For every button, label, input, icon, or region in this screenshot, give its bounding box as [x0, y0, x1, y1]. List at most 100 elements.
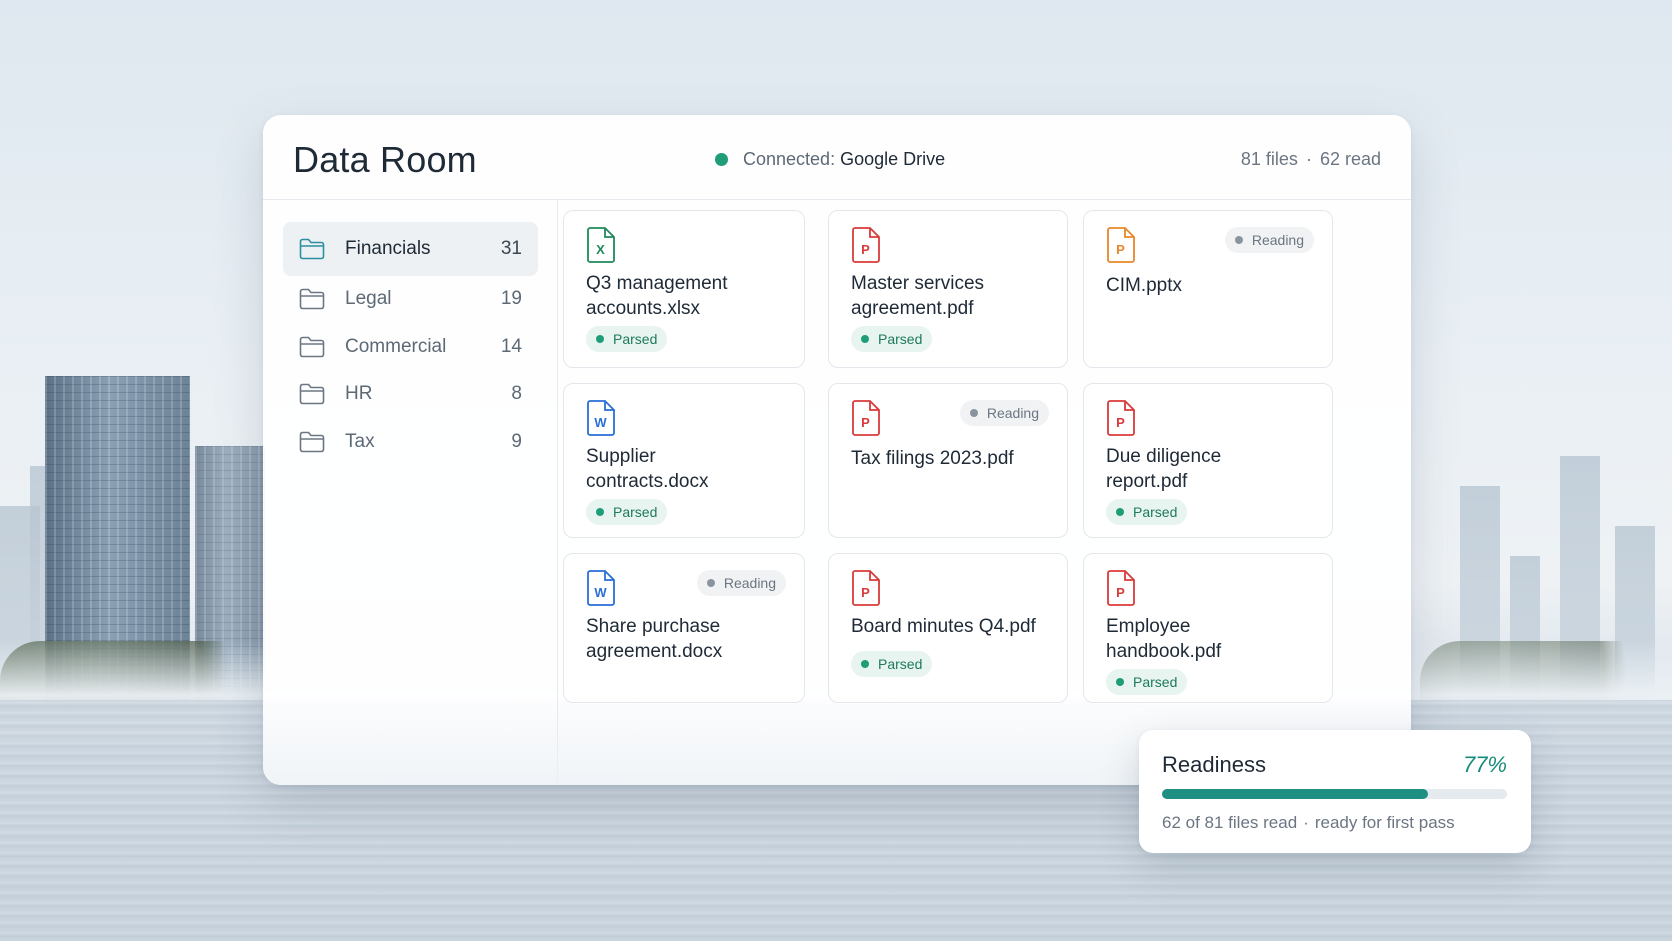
status-dot-icon	[861, 335, 869, 343]
status-dot-icon	[1116, 508, 1124, 516]
pdf-icon: P	[852, 400, 880, 436]
folder-label: Tax	[345, 431, 375, 452]
file-name: Share purchase agreement.docx	[586, 616, 723, 662]
file-card[interactable]: W Supplier contracts.docx Parsed	[563, 383, 805, 538]
file-name: Supplier contracts.docx	[586, 446, 709, 492]
pdf-icon: P	[1107, 570, 1135, 606]
status-dot-icon	[1234, 236, 1243, 244]
file-card[interactable]: X Q3 management accounts.xlsx Parsed	[563, 210, 805, 368]
svg-text:W: W	[594, 415, 607, 430]
status-label: Parsed	[1133, 504, 1178, 520]
page-title: Data Room	[293, 139, 477, 180]
spreadsheet-icon: X	[587, 227, 615, 263]
status-label: Parsed	[613, 504, 658, 520]
sidebar-folder-legal[interactable]: Legal 19	[283, 272, 538, 326]
file-card[interactable]: P Tax filings 2023.pdf Reading	[828, 383, 1068, 538]
svg-text:P: P	[1116, 415, 1125, 430]
file-name: Master services agreement.pdf	[851, 273, 985, 319]
status-badge: Parsed	[586, 499, 668, 525]
folder-icon	[299, 288, 325, 310]
connection-label: Connected:	[743, 149, 836, 169]
folder-sidebar: Financials 31 Legal 19 Commercial 14 HR 8 Tax 9	[263, 200, 558, 785]
status-badge: Parsed	[1106, 499, 1188, 525]
status-dot-icon	[1116, 678, 1124, 686]
readiness-card: Readiness 77% 62 of 81 files read · ready …	[1139, 730, 1531, 853]
sidebar-folder-commercial[interactable]: Commercial 14	[283, 320, 538, 374]
status-badge: Parsed	[851, 326, 933, 352]
svg-text:P: P	[861, 585, 870, 600]
readiness-title: Readiness	[1162, 752, 1266, 777]
status-label: Reading	[723, 575, 776, 591]
folder-label: Commercial	[345, 336, 447, 357]
folder-label: HR	[345, 383, 373, 404]
status-dot-icon	[706, 579, 715, 587]
status-badge: Reading	[1224, 227, 1314, 253]
readiness-percent: 77%	[1462, 752, 1507, 777]
folder-icon	[299, 238, 325, 260]
folder-count: 19	[500, 288, 522, 309]
status-badge: Reading	[959, 400, 1049, 426]
pdf-icon: P	[1107, 400, 1135, 436]
readiness-subtitle: 62 of 81 files read · ready for first pass	[1162, 813, 1455, 833]
file-card[interactable]: P Master services agreement.pdf Parsed	[828, 210, 1068, 368]
status-dot-icon	[969, 409, 978, 417]
status-label: Parsed	[878, 331, 923, 347]
document-icon: W	[587, 400, 615, 436]
status-label: Reading	[986, 405, 1039, 421]
file-card[interactable]: P Due diligence report.pdf Parsed	[1083, 383, 1333, 538]
folder-count: 8	[511, 383, 522, 404]
file-name: Board minutes Q4.pdf	[851, 616, 1036, 637]
file-name: CIM.pptx	[1106, 275, 1183, 296]
folder-count: 14	[500, 336, 522, 357]
status-badge: Reading	[696, 570, 786, 596]
status-dot-icon	[715, 153, 728, 166]
status-label: Parsed	[1133, 674, 1178, 690]
svg-text:P: P	[1116, 242, 1125, 257]
file-card[interactable]: P Board minutes Q4.pdf Parsed	[828, 553, 1068, 703]
readiness-files-read: 62 of 81 files read	[1162, 813, 1298, 832]
file-name: Employee handbook.pdf	[1106, 616, 1222, 662]
status-dot-icon	[861, 660, 869, 668]
status-dot-icon	[596, 508, 604, 516]
status-badge: Parsed	[586, 326, 668, 352]
folder-icon	[299, 383, 325, 405]
file-card[interactable]: P CIM.pptx Reading	[1083, 210, 1333, 368]
folder-icon	[299, 431, 325, 453]
readiness-note: ready for first pass	[1314, 813, 1455, 832]
svg-text:W: W	[594, 585, 607, 600]
status-label: Parsed	[878, 656, 923, 672]
sidebar-folder-tax[interactable]: Tax 9	[283, 415, 538, 469]
status-label: Reading	[1251, 232, 1304, 248]
folder-label: Financials	[345, 238, 431, 259]
file-card[interactable]: P Employee handbook.pdf Parsed	[1083, 553, 1333, 703]
svg-text:P: P	[861, 242, 870, 257]
pdf-icon: P	[852, 570, 880, 606]
document-icon: W	[587, 570, 615, 606]
file-name: Q3 management accounts.xlsx	[586, 273, 728, 319]
folder-label: Legal	[345, 288, 392, 309]
folder-icon	[299, 336, 325, 358]
file-name: Due diligence report.pdf	[1106, 446, 1222, 492]
file-card[interactable]: W Share purchase agreement.docx Reading	[563, 553, 805, 703]
file-stats: 81 files · 62 read	[1241, 149, 1381, 170]
svg-text:P: P	[861, 415, 870, 430]
status-badge: Parsed	[851, 651, 933, 677]
read-count: 62 read	[1319, 149, 1381, 169]
svg-text:X: X	[596, 242, 605, 257]
svg-text:P: P	[1116, 585, 1125, 600]
stats-separator: ·	[1305, 149, 1312, 169]
connection-status: Connected: Google Drive	[715, 149, 945, 170]
folder-count: 9	[511, 431, 522, 452]
status-label: Parsed	[613, 331, 658, 347]
connection-service: Google Drive	[840, 149, 946, 169]
pdf-icon: P	[852, 227, 880, 263]
sidebar-folder-financials[interactable]: Financials 31	[283, 222, 538, 276]
header: Data Room Connected: Google Drive 81 fil…	[263, 115, 1411, 200]
sidebar-folder-hr[interactable]: HR 8	[283, 367, 538, 421]
status-badge: Parsed	[1106, 669, 1188, 695]
file-name: Tax filings 2023.pdf	[851, 448, 1014, 469]
folder-count: 31	[500, 238, 522, 259]
presentation-icon: P	[1107, 227, 1135, 263]
readiness-progress-track	[1162, 789, 1507, 799]
status-dot-icon	[596, 335, 604, 343]
